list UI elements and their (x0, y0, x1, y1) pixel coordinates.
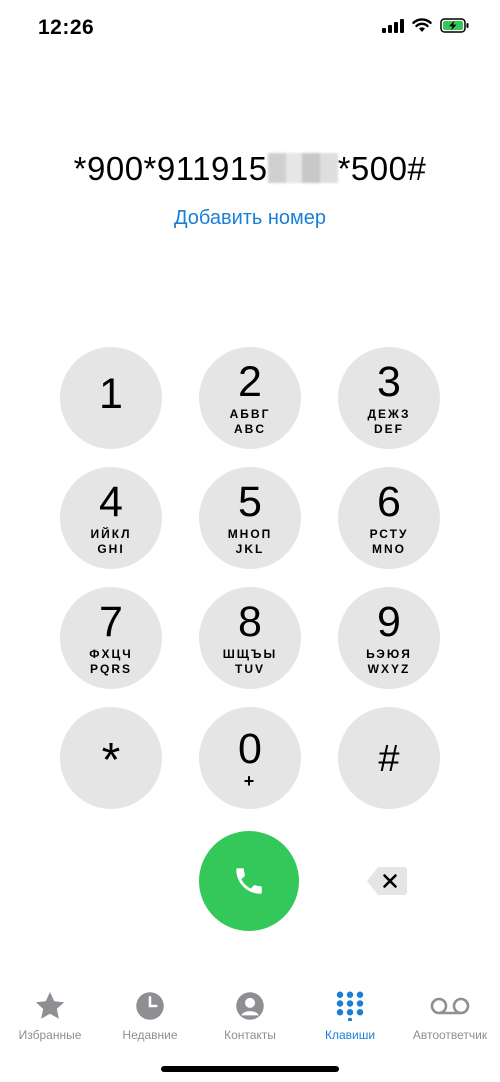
key-digit: 5 (238, 477, 262, 526)
key-8[interactable]: 8 ШЩЪЫ TUV (199, 587, 301, 689)
tab-label: Клавиши (324, 1028, 376, 1042)
dialed-number-start: *900*911915 (73, 150, 268, 187)
tab-contacts[interactable]: Контакты (200, 978, 300, 1042)
key-hash[interactable]: # (338, 707, 440, 809)
tab-favorites[interactable]: Избранные (0, 978, 100, 1042)
key-4[interactable]: 4 ИЙКЛ GHI (60, 467, 162, 569)
home-indicator[interactable] (161, 1066, 339, 1072)
phone-icon (236, 868, 262, 894)
dialed-number-end: *500# (337, 150, 427, 187)
add-number-link[interactable]: Добавить номер (0, 207, 500, 230)
wifi-icon (412, 18, 432, 32)
key-5[interactable]: 5 МНОП JKL (199, 467, 301, 569)
key-digit: 4 (99, 477, 123, 526)
key-latin-letters: GHI (97, 541, 125, 556)
key-6[interactable]: 6 РСТУ MNO (338, 467, 440, 569)
keypad-icon (336, 991, 364, 1021)
key-letters: АБВГ (229, 406, 271, 421)
signal-icon (382, 18, 404, 33)
key-latin-letters: JKL (235, 541, 265, 556)
key-letters: ИЙКЛ (90, 526, 132, 541)
tab-recents[interactable]: Недавние (100, 978, 200, 1042)
tab-bar: Избранные Недавние Контакты Клавиши Авто… (0, 978, 500, 1058)
key-latin-letters: PQRS (89, 661, 132, 676)
key-digit: 0 (238, 724, 262, 773)
key-latin-letters: ABC (234, 421, 266, 436)
key-letters: ШЩЪЫ (222, 646, 278, 661)
key-letters: МНОП (227, 526, 273, 541)
key-digit: 8 (238, 597, 262, 646)
key-letters: ЬЭЮЯ (366, 646, 412, 661)
key-latin-letters: TUV (235, 661, 265, 676)
key-0[interactable]: 0 + (199, 707, 301, 809)
call-button[interactable] (199, 831, 299, 931)
key-latin-letters: MNO (372, 541, 406, 556)
star-icon (35, 992, 65, 1019)
key-letters: ФХЦЧ (89, 646, 133, 661)
key-2[interactable]: 2 АБВГ ABC (199, 347, 301, 449)
key-digit: * (101, 734, 121, 787)
key-digit: # (378, 738, 400, 780)
tab-keypad[interactable]: Клавиши (300, 978, 400, 1042)
status-time: 12:26 (38, 16, 95, 39)
key-digit: 6 (377, 477, 401, 526)
key-latin-letters: DEF (374, 421, 404, 436)
status-bar: 12:26 (0, 0, 500, 60)
battery-charging-icon (440, 18, 469, 33)
key-3[interactable]: 3 ДЕЖЗ DEF (338, 347, 440, 449)
delete-button[interactable] (366, 866, 408, 896)
key-digit: 2 (238, 357, 262, 406)
key-letters: ДЕЖЗ (367, 406, 411, 421)
clock-icon (136, 992, 164, 1020)
key-star[interactable]: * (60, 707, 162, 809)
voicemail-icon (430, 997, 470, 1015)
key-7[interactable]: 7 ФХЦЧ PQRS (60, 587, 162, 689)
status-icons (382, 18, 470, 33)
key-digit: 7 (99, 597, 123, 646)
key-latin-letters: WXYZ (367, 661, 411, 676)
redacted-digits (267, 153, 338, 183)
key-1[interactable]: 1 (60, 347, 162, 449)
key-digit: 9 (377, 597, 401, 646)
dialed-number: *900*911915 *500# (0, 150, 500, 188)
key-digit: 1 (99, 370, 123, 418)
person-icon (236, 992, 264, 1020)
tab-label: Автоответчик (412, 1028, 488, 1042)
tab-label: Недавние (122, 1028, 178, 1042)
key-9[interactable]: 9 ЬЭЮЯ WXYZ (338, 587, 440, 689)
key-letters: РСТУ (369, 526, 409, 541)
key-digit: 3 (377, 357, 401, 406)
key-plus: + (243, 770, 257, 791)
tab-label: Контакты (224, 1028, 276, 1042)
tab-label: Избранные (18, 1028, 82, 1042)
tab-voicemail[interactable]: Автоответчик (400, 978, 500, 1042)
